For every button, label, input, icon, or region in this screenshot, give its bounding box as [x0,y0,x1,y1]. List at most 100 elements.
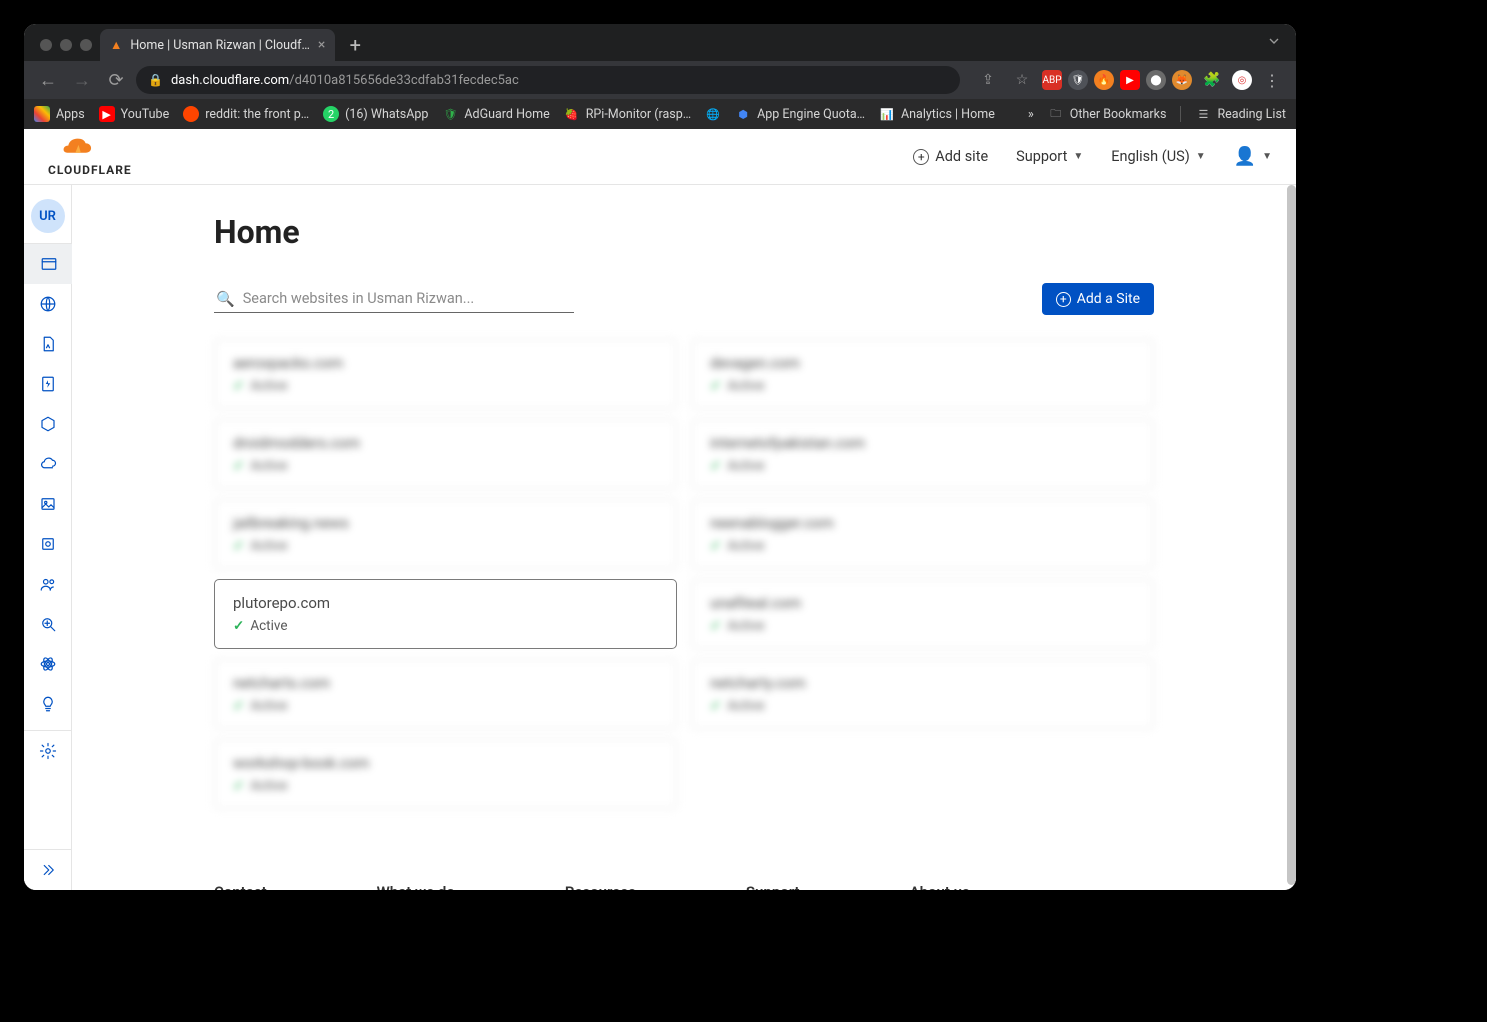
cloudflare-favicon-icon: ▲ [110,38,122,53]
site-card[interactable]: aeroxpacks.com✓Active [214,339,677,409]
account-avatar[interactable]: UR [31,199,65,233]
site-card[interactable]: jailbreaking.news✓Active [214,499,677,569]
check-icon: ✓ [233,378,244,394]
bookmark-youtube[interactable]: ▶YouTube [99,106,170,122]
bookmark-appengine[interactable]: ⬢App Engine Quota… [735,106,865,122]
shield-square-icon [39,535,57,553]
support-dropdown[interactable]: Support▼ [1016,148,1083,165]
site-card[interactable]: internetofpakistan.com✓Active [691,419,1154,489]
sidebar-item-home[interactable] [24,244,72,284]
ext-shield-icon[interactable]: 🛡 [1068,70,1088,90]
site-name: devagen.com [710,354,1135,372]
sidebar-item-workers[interactable] [24,364,72,404]
bookmark-apps[interactable]: Apps [34,106,85,122]
site-card[interactable]: plutorepo.com✓Active [214,579,677,649]
reading-list[interactable]: ☰Reading List [1195,106,1286,122]
chevron-down-icon: ▼ [1196,151,1206,162]
site-card[interactable]: netcharts.com✓Active [214,659,677,729]
ext-abp-icon[interactable]: ABP [1042,70,1062,90]
sidebar-item-notifications[interactable] [24,684,72,724]
url-box[interactable]: 🔒 dash.cloudflare.com/d4010a815656de33cd… [136,66,960,94]
footer-about[interactable]: About us [910,883,970,890]
bookmark-rpi[interactable]: 🍓RPi-Monitor (rasp… [564,106,691,122]
ext-fox-icon[interactable]: 🦊 [1172,70,1192,90]
bookmark-globe[interactable]: 🌐 [705,106,721,122]
account-dropdown[interactable]: 👤▼ [1234,146,1272,167]
close-tab-icon[interactable]: × [318,37,325,53]
bookmark-adguard[interactable]: 🛡AdGuard Home [442,106,549,122]
check-icon: ✓ [233,538,244,554]
new-tab-button[interactable]: + [341,31,369,59]
bookmark-whatsapp[interactable]: 2(16) WhatsApp [323,106,428,122]
sidebar-item-pages[interactable] [24,324,72,364]
other-bookmarks[interactable]: 🗀Other Bookmarks [1048,106,1167,122]
share-icon[interactable]: ⇪ [974,66,1002,94]
image-icon [39,495,57,513]
cloudflare-logo[interactable]: CLOUDFLARE [48,137,132,177]
bolt-page-icon [39,375,57,393]
site-name: neenablogger.com [710,514,1135,532]
user-icon: 👤 [1234,146,1256,167]
traffic-close[interactable] [40,39,52,51]
bookmark-analytics[interactable]: 📊Analytics | Home [879,106,995,122]
lightbulb-icon [39,695,57,713]
ext-flame-icon[interactable]: 🔥 [1094,70,1114,90]
sidebar-item-access[interactable] [24,564,72,604]
back-button[interactable]: ← [34,66,62,94]
site-status-text: Active [250,458,287,474]
site-card[interactable]: workshop-book.com✓Active [214,739,677,809]
site-name: unafiteal.com [710,594,1135,612]
bookmark-reddit[interactable]: reddit: the front p… [183,106,309,122]
ext-round-icon[interactable]: ◎ [1232,70,1252,90]
forward-button[interactable]: → [68,66,96,94]
footer-contact[interactable]: Contact [214,883,267,890]
check-icon: ✓ [710,618,721,634]
tabstrip-overflow[interactable] [1266,33,1296,61]
check-icon: ✓ [710,538,721,554]
traffic-zoom[interactable] [80,39,92,51]
site-card[interactable]: devagen.com✓Active [691,339,1154,409]
bookmark-star-icon[interactable]: ☆ [1008,66,1036,94]
bookmarks-overflow-icon[interactable]: » [1028,107,1034,122]
footer-resources[interactable]: Resources [565,883,636,890]
footer-what-we-do[interactable]: What we do [377,883,455,890]
sidebar-item-websites[interactable] [24,284,72,324]
sidebar-item-stream[interactable] [24,444,72,484]
sidebar-item-security[interactable] [24,524,72,564]
language-dropdown[interactable]: English (US)▼ [1111,148,1205,165]
site-card[interactable]: unafiteal.com✓Active [691,579,1154,649]
ext-youtube-icon[interactable]: ▶ [1120,70,1140,90]
footer-support[interactable]: Support [746,883,800,890]
site-status-text: Active [250,698,287,714]
sidebar-item-images[interactable] [24,484,72,524]
chevron-down-icon: ▼ [1073,151,1083,162]
extensions-icon[interactable]: 🧩 [1198,66,1226,94]
sidebar-item-manage[interactable] [24,731,72,771]
search-websites[interactable]: 🔍 [214,286,574,313]
site-card[interactable]: netcharty.com✓Active [691,659,1154,729]
bookmarks-bar: Apps ▶YouTube reddit: the front p… 2(16)… [24,99,1296,129]
zoom-icon [39,615,57,633]
add-a-site-button[interactable]: + Add a Site [1042,283,1154,315]
site-status: ✓Active [233,378,658,394]
site-card[interactable]: droidmodders.com✓Active [214,419,677,489]
site-status: ✓Active [233,698,658,714]
page-scrollbar[interactable] [1287,185,1296,890]
sites-grid: aeroxpacks.com✓Activedevagen.com✓Actived… [214,339,1154,809]
search-input[interactable] [243,290,572,307]
browser-tab[interactable]: ▲ Home | Usman Rizwan | Cloudf… × [100,29,335,61]
site-name: internetofpakistan.com [710,434,1135,452]
sidebar-item-registrar[interactable] [24,644,72,684]
sidebar-item-r2[interactable] [24,404,72,444]
sidebar-item-trace[interactable] [24,604,72,644]
site-card[interactable]: neenablogger.com✓Active [691,499,1154,569]
browser-menu-icon[interactable]: ⋮ [1258,66,1286,94]
add-site-link[interactable]: + Add site [913,148,988,165]
site-status-text: Active [250,778,287,794]
reload-button[interactable]: ⟳ [102,66,130,94]
sidebar-collapse[interactable] [24,850,72,890]
traffic-minimize[interactable] [60,39,72,51]
check-icon: ✓ [233,778,244,794]
ext-grey-icon[interactable]: ⬤ [1146,70,1166,90]
main-content: Home 🔍 + Add a Site aeroxpacks.com [72,185,1296,890]
